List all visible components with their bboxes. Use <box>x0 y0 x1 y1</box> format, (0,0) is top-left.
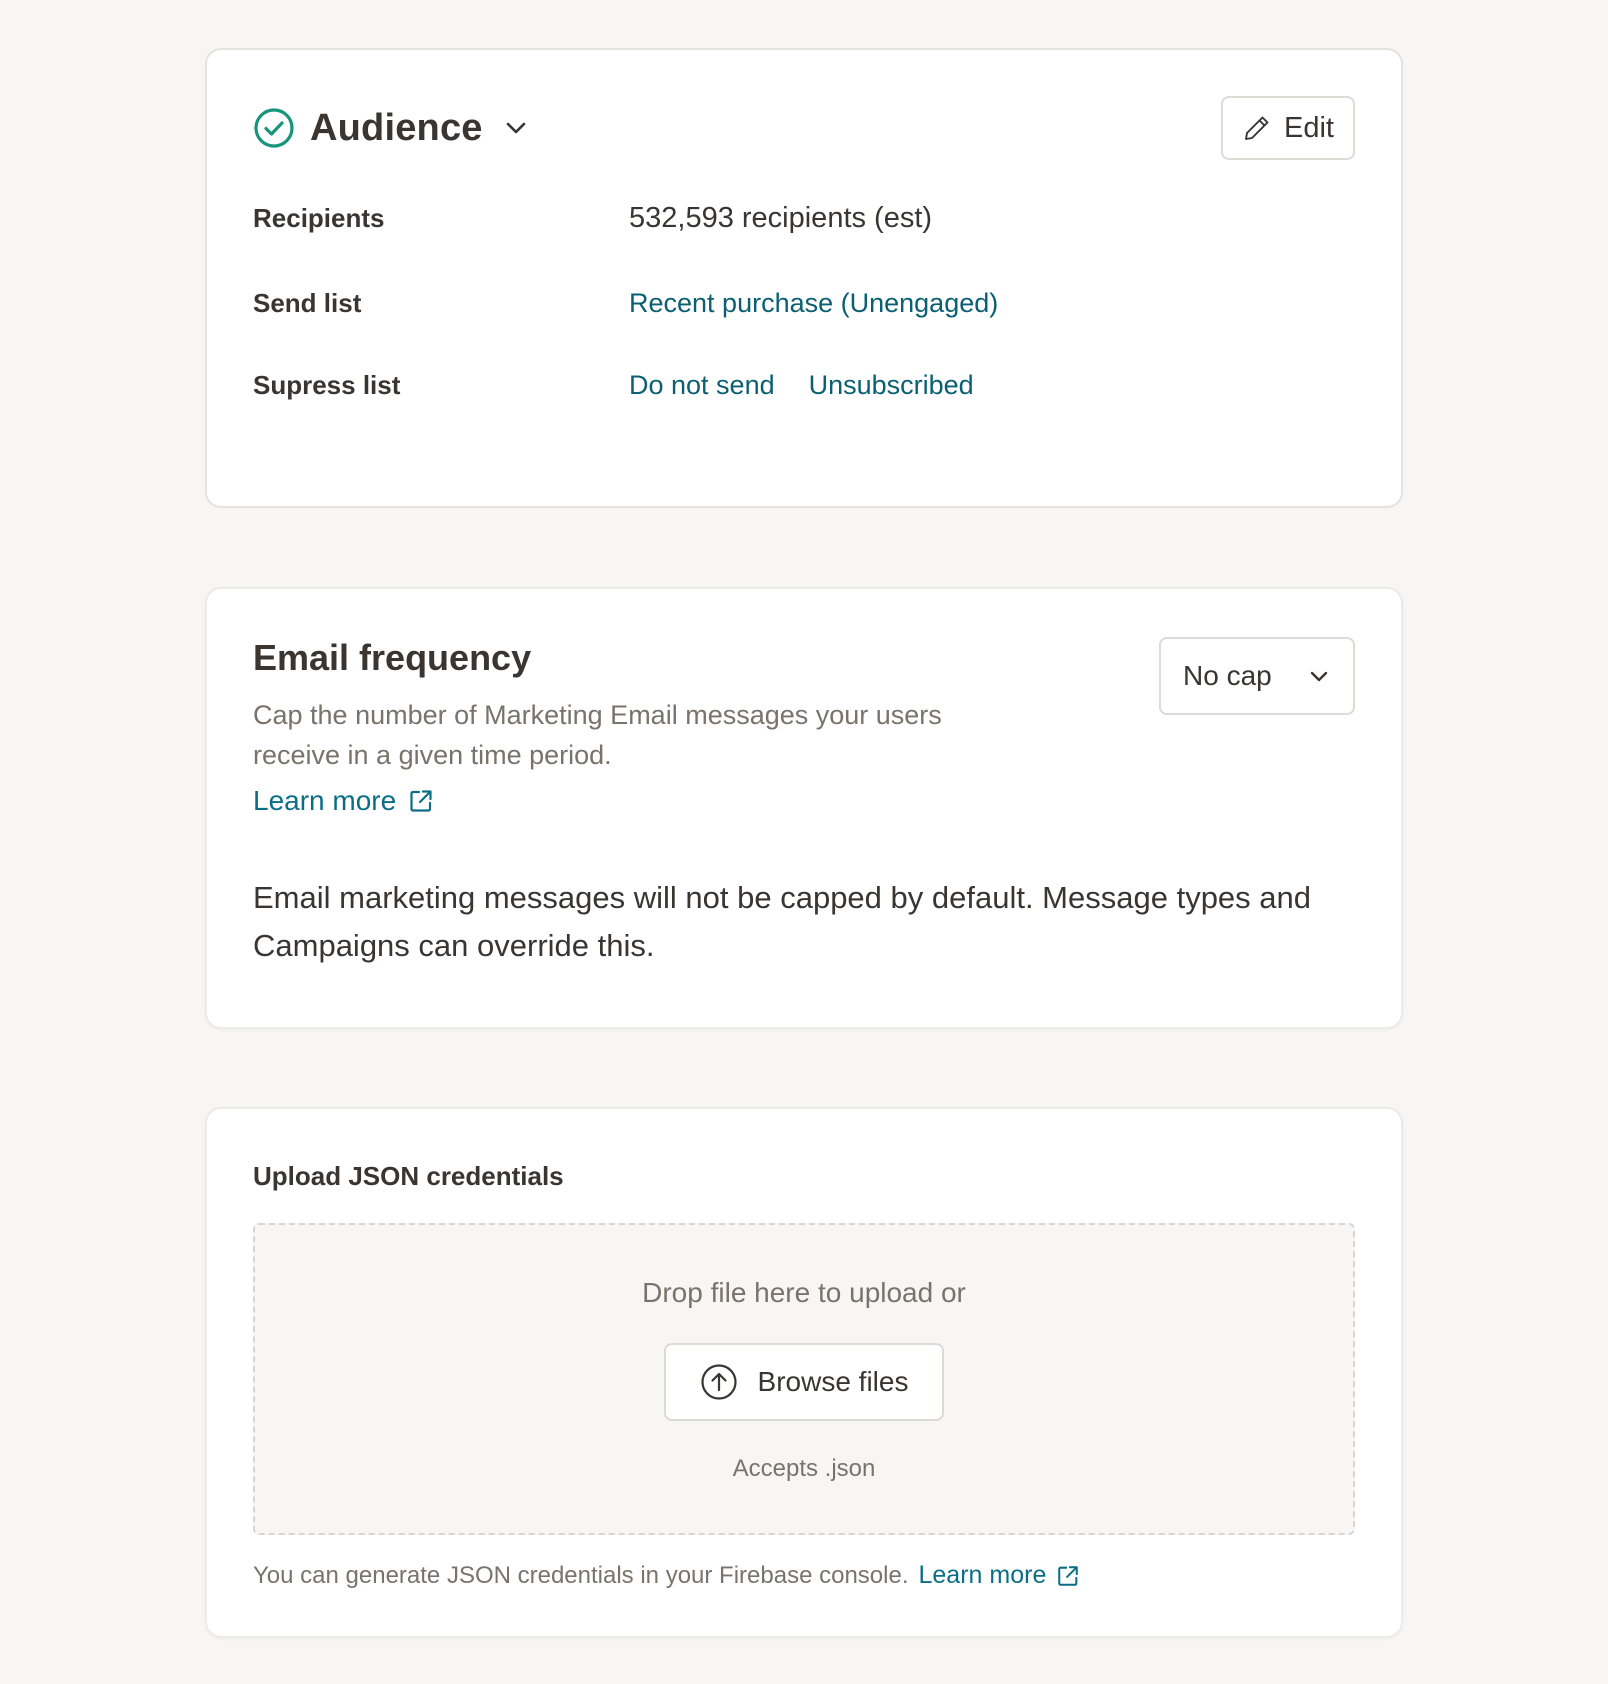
browse-files-label: Browse files <box>757 1366 909 1397</box>
recipients-label: Recipients <box>253 202 385 233</box>
send-list-row: Send list Recent purchase (Unengaged) <box>253 283 1355 323</box>
chevron-down-icon <box>1307 664 1331 688</box>
external-link-icon <box>1056 1564 1080 1588</box>
frequency-cap-select[interactable]: No cap <box>1159 637 1355 715</box>
supress-list-row: Supress list Do not send Unsubscribed <box>253 365 1355 405</box>
email-frequency-description: Cap the number of Marketing Email messag… <box>253 700 942 770</box>
frequency-cap-value: No cap <box>1183 660 1272 691</box>
supress-list-label: Supress list <box>253 369 401 400</box>
learn-more-link[interactable]: Learn more <box>253 785 434 817</box>
send-list-link[interactable]: Recent purchase (Unengaged) <box>629 288 998 319</box>
pencil-icon <box>1242 113 1272 143</box>
upload-arrow-icon <box>700 1363 738 1401</box>
edit-button[interactable]: Edit <box>1221 96 1355 160</box>
audience-title: Audience <box>310 106 483 149</box>
accepted-types: Accepts .json <box>732 1455 876 1482</box>
external-link-icon <box>408 788 434 814</box>
browse-files-button[interactable]: Browse files <box>664 1343 944 1421</box>
audience-card: Audience Edit Recipients 532,593 recipie… <box>205 48 1403 508</box>
file-dropzone[interactable]: Drop file here to upload or Browse files… <box>253 1223 1355 1535</box>
chevron-down-icon[interactable] <box>503 115 529 141</box>
audience-header[interactable]: Audience <box>253 106 529 150</box>
supress-list-link-unsubscribed[interactable]: Unsubscribed <box>809 370 974 401</box>
firebase-learn-more-label: Learn more <box>918 1561 1047 1589</box>
supress-list-link-do-not-send[interactable]: Do not send <box>629 370 775 401</box>
email-frequency-card: Email frequency Cap the number of Market… <box>205 587 1403 1029</box>
email-frequency-title: Email frequency <box>253 637 532 678</box>
dropzone-text: Drop file here to upload or <box>642 1277 966 1308</box>
recipients-row: Recipients 532,593 recipients (est) <box>253 198 1355 238</box>
recipients-value: 532,593 recipients (est) <box>629 201 933 234</box>
email-frequency-note: Email marketing messages will not be cap… <box>253 880 1312 963</box>
check-circle-icon <box>253 107 295 149</box>
upload-footer-text: You can generate JSON credentials in you… <box>253 1561 909 1589</box>
upload-footer: You can generate JSON credentials in you… <box>253 1561 1080 1590</box>
upload-credentials-card: Upload JSON credentials Drop file here t… <box>205 1107 1403 1638</box>
send-list-label: Send list <box>253 287 362 318</box>
upload-title: Upload JSON credentials <box>253 1161 564 1191</box>
edit-button-label: Edit <box>1284 111 1334 144</box>
learn-more-label: Learn more <box>253 785 397 816</box>
firebase-learn-more-link[interactable]: Learn more <box>919 1561 1081 1590</box>
